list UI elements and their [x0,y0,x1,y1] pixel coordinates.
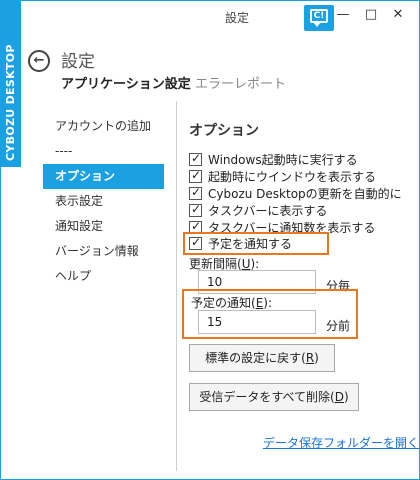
schedule-notice-unit: 分前 [326,319,351,333]
button-text: ) [343,390,349,404]
checkbox-label: タスクバーに表示する [208,204,328,218]
checkbox-label: Cybozu Desktopの更新を自動的に [208,187,402,201]
logo-bubble-tail [313,22,321,27]
checkbox-checked-icon[interactable] [189,151,202,166]
label-text: ): [263,296,273,310]
checkbox-auto-update[interactable]: Cybozu Desktopの更新を自動的に [189,185,402,202]
options-section-title: オプション [189,123,259,139]
checkbox-notify-schedule[interactable]: 予定を通知する [189,235,292,252]
schedule-notice-label: 予定の通知(E): [191,294,272,311]
content-divider [176,101,177,471]
tab-error-report[interactable]: エラーレポート [195,73,286,92]
checkbox-checked-icon[interactable] [189,235,202,250]
checkbox-show-window-at-startup[interactable]: 起動時にウインドウを表示する [189,168,402,185]
label-text: 予定の通知( [191,296,256,310]
sidebar-item-version-info[interactable]: バージョン情報 [43,239,164,264]
open-data-folder-link[interactable]: データ保存フォルダーを開く [263,434,419,451]
page-title: 設定 [61,52,95,72]
sidebar-item-notification-settings[interactable]: 通知設定 [43,214,164,239]
button-text: ) [314,351,319,365]
close-button[interactable]: ✕ [386,5,410,25]
checkbox-checked-icon[interactable] [189,168,202,183]
logo-text: C! [310,9,328,23]
checkbox-run-at-startup[interactable]: Windows起動時に実行する [189,151,402,168]
title-bar: 設定 C! — □ ✕ [21,1,419,31]
sidebar-item-display-settings[interactable]: 表示設定 [43,189,164,214]
access-key: R [305,351,315,365]
brand-side-label: CYBOZU DESKTOP [4,44,17,161]
checkbox-checked-icon[interactable] [189,185,202,200]
delete-all-data-button[interactable]: 受信データをすべて削除(D) [189,383,359,411]
button-text: 受信データをすべて削除( [199,390,335,404]
reset-defaults-button[interactable]: 標準の設定に戻す(R) [189,344,335,372]
access-key: D [334,390,344,404]
options-checkbox-list: Windows起動時に実行する 起動時にウインドウを表示する Cybozu De… [189,151,402,236]
maximize-button[interactable]: □ [359,5,383,25]
window-title: 設定 [225,11,250,25]
tab-application-settings[interactable]: アプリケーション設定 [61,73,191,92]
checkbox-label: 予定を通知する [208,237,293,251]
minimize-button[interactable]: — [331,5,355,25]
app-logo-icon: C! [304,5,334,31]
sidebar-item-options[interactable]: オプション [43,164,164,189]
label-text: ): [250,257,260,271]
sidebar-item-help[interactable]: ヘルプ [43,264,164,289]
checkbox-label: Windows起動時に実行する [208,153,358,167]
brand-side-strip: CYBOZU DESKTOP [1,1,21,167]
sidebar-item-add-account[interactable]: アカウントの追加 [43,114,164,139]
settings-window: CYBOZU DESKTOP 設定 C! — □ ✕ ← 設定 アプリケーション… [0,0,420,480]
sidebar-separator: ---- [55,144,73,158]
label-text: 更新間隔( [189,257,242,271]
schedule-notice-input[interactable] [198,310,316,334]
checkbox-show-in-taskbar[interactable]: タスクバーに表示する [189,202,402,219]
back-arrow-icon[interactable]: ← [28,50,50,72]
sidebar: アカウントの追加 ---- オプション 表示設定 通知設定 バージョン情報 ヘル… [43,114,164,289]
button-text: 標準の設定に戻す( [205,351,306,365]
checkbox-checked-icon[interactable] [189,202,202,217]
checkbox-label: 起動時にウインドウを表示する [208,170,377,184]
